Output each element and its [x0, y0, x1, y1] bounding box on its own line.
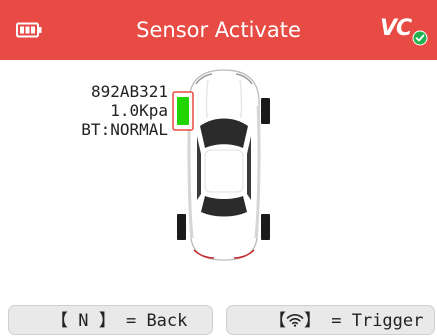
trigger-label: = Trigger	[331, 311, 424, 331]
tire-rear-right	[261, 214, 270, 240]
vc-logo: VC	[380, 14, 430, 48]
logo-text: VC	[380, 16, 412, 41]
sensor-activate-screen: Sensor Activate VC 892AB321 1.0Kpa BT:NO…	[0, 0, 437, 335]
trigger-key-open: 【	[269, 311, 286, 331]
sensor-id: 892AB321	[90, 82, 168, 101]
rear-window	[201, 196, 247, 217]
battery-icon	[16, 22, 42, 38]
header-bar: Sensor Activate VC	[0, 0, 437, 60]
trigger-key-close: 】	[304, 311, 321, 331]
back-gap	[116, 306, 126, 336]
sensor-pressure: 1.0Kpa	[110, 101, 168, 120]
page-title: Sensor Activate	[136, 18, 301, 42]
sensor-info: 892AB321 1.0Kpa BT:NORMAL	[50, 82, 168, 139]
sensor-battery-status: BT:NORMAL	[81, 120, 168, 139]
active-sensor-indicator	[177, 97, 189, 125]
tire-rear-left	[177, 214, 186, 240]
tire-front-right	[261, 98, 270, 124]
wifi-icon	[286, 313, 304, 327]
windshield	[200, 118, 248, 148]
back-key: 【 N 】	[51, 311, 116, 331]
check-circle-icon	[412, 30, 428, 46]
car-diagram	[172, 69, 270, 261]
back-label: = Back	[125, 311, 188, 331]
trigger-gap	[321, 306, 331, 336]
